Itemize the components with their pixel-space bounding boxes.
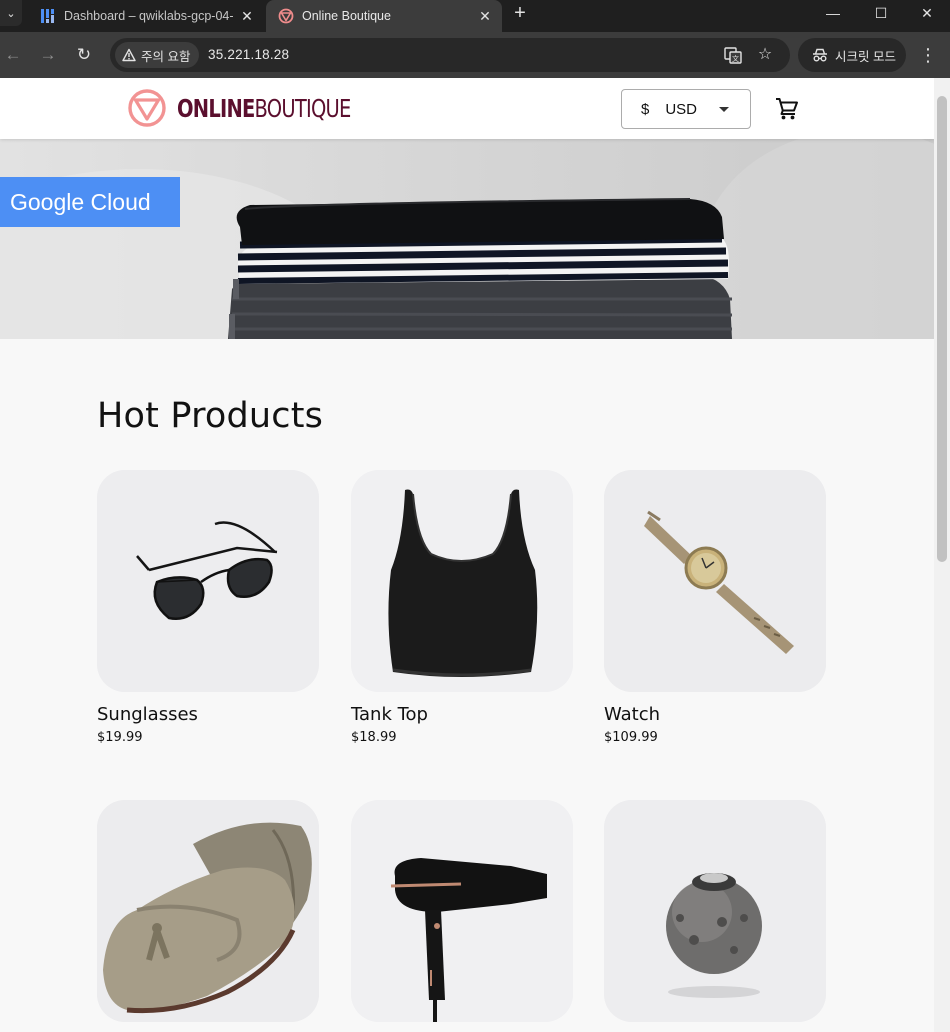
product-price: $19.99 [97, 730, 143, 745]
incognito-chip[interactable]: 시크릿 모드 [798, 38, 906, 72]
tab-title: Dashboard – qwiklabs-gcp-04- [64, 9, 234, 23]
loafers-icon [97, 800, 319, 1022]
boutique-logo-icon [128, 89, 166, 127]
scrollbar-thumb[interactable] [937, 96, 947, 562]
translate-icon[interactable]: 文 [723, 45, 743, 65]
logo-wordmark: ONLINEBOUTIQUE [177, 94, 351, 123]
product-image[interactable] [351, 470, 573, 692]
incognito-label: 시크릿 모드 [835, 49, 896, 64]
reload-icon[interactable]: ↻ [71, 42, 97, 68]
watch-icon [604, 470, 826, 692]
folded-clothes-image [0, 139, 934, 339]
page-viewport: ONLINEBOUTIQUE $ USD Google Cloud Hot Pr… [0, 78, 934, 1032]
product-card-sunglasses[interactable]: Sunglasses $19.99 [97, 470, 319, 745]
product-image[interactable] [604, 800, 826, 1022]
product-price: $18.99 [351, 730, 397, 745]
product-price: $109.99 [604, 730, 658, 745]
tab-search-icon[interactable]: ⌄ [0, 0, 22, 26]
page-scrollbar[interactable] [934, 78, 950, 1032]
google-cloud-badge: Google Cloud [0, 177, 180, 227]
product-card-loafers[interactable] [97, 800, 319, 1022]
logo-text-light: BOUTIQUE [254, 93, 352, 123]
bookmark-star-icon[interactable]: ☆ [755, 45, 775, 65]
hot-products-title: Hot Products [97, 396, 324, 436]
product-name[interactable]: Sunglasses [97, 704, 319, 725]
close-tab-icon[interactable]: ✕ [474, 8, 496, 25]
tab-dashboard[interactable]: Dashboard – qwiklabs-gcp-04- ✕ [28, 0, 264, 32]
new-tab-icon[interactable]: + [508, 2, 532, 26]
incognito-icon [813, 48, 827, 62]
maximize-icon[interactable]: ☐ [858, 0, 904, 26]
site-logo[interactable]: ONLINEBOUTIQUE [127, 88, 400, 128]
currency-select[interactable]: $ USD [621, 89, 751, 129]
product-image[interactable] [97, 800, 319, 1022]
browser-menu-icon[interactable]: ⋮ [916, 42, 940, 68]
sunglasses-icon [97, 470, 319, 692]
candle-holder-icon [604, 800, 826, 1022]
product-name[interactable]: Tank Top [351, 704, 573, 725]
svg-text:文: 文 [732, 54, 739, 63]
back-icon[interactable]: ← [0, 42, 26, 68]
dashboard-favicon-icon [41, 9, 54, 23]
address-bar[interactable]: 주의 요함 35.221.18.28 文 ☆ [110, 38, 790, 72]
tab-title: Online Boutique [302, 9, 391, 23]
hero-banner: Google Cloud [0, 139, 934, 339]
product-name[interactable]: Watch [604, 704, 826, 725]
boutique-favicon-icon [278, 8, 294, 24]
product-card-watch[interactable]: Watch $109.99 [604, 470, 826, 745]
minimize-icon[interactable]: — [810, 0, 856, 26]
site-header: ONLINEBOUTIQUE $ USD [0, 78, 934, 139]
currency-code: USD [665, 100, 698, 118]
product-card-candle-holder[interactable] [604, 800, 826, 1022]
logo-text-bold: ONLINE [177, 93, 255, 123]
browser-toolbar: ← → ↻ 주의 요함 35.221.18.28 文 ☆ 시크릿 모드 ⋮ [0, 32, 950, 78]
tank-top-icon [351, 470, 573, 692]
warning-icon [122, 48, 136, 62]
product-card-hair-dryer[interactable] [351, 800, 573, 1022]
chevron-down-icon [719, 106, 730, 112]
close-window-icon[interactable]: ✕ [904, 0, 950, 26]
url-text[interactable]: 35.221.18.28 [208, 47, 289, 62]
browser-tab-strip: ⌄ Dashboard – qwiklabs-gcp-04- ✕ Online … [0, 0, 950, 32]
currency-symbol: $ [641, 100, 650, 118]
close-tab-icon[interactable]: ✕ [236, 8, 258, 25]
product-image[interactable] [604, 470, 826, 692]
product-image[interactable] [97, 470, 319, 692]
hair-dryer-icon [351, 800, 573, 1022]
product-image[interactable] [351, 800, 573, 1022]
cart-icon[interactable] [775, 97, 799, 121]
security-label: 주의 요함 [141, 49, 191, 64]
security-chip[interactable]: 주의 요함 [115, 42, 200, 68]
forward-icon[interactable]: → [35, 42, 61, 68]
tab-online-boutique[interactable]: Online Boutique ✕ [266, 0, 502, 32]
product-card-tank-top[interactable]: Tank Top $18.99 [351, 470, 573, 745]
